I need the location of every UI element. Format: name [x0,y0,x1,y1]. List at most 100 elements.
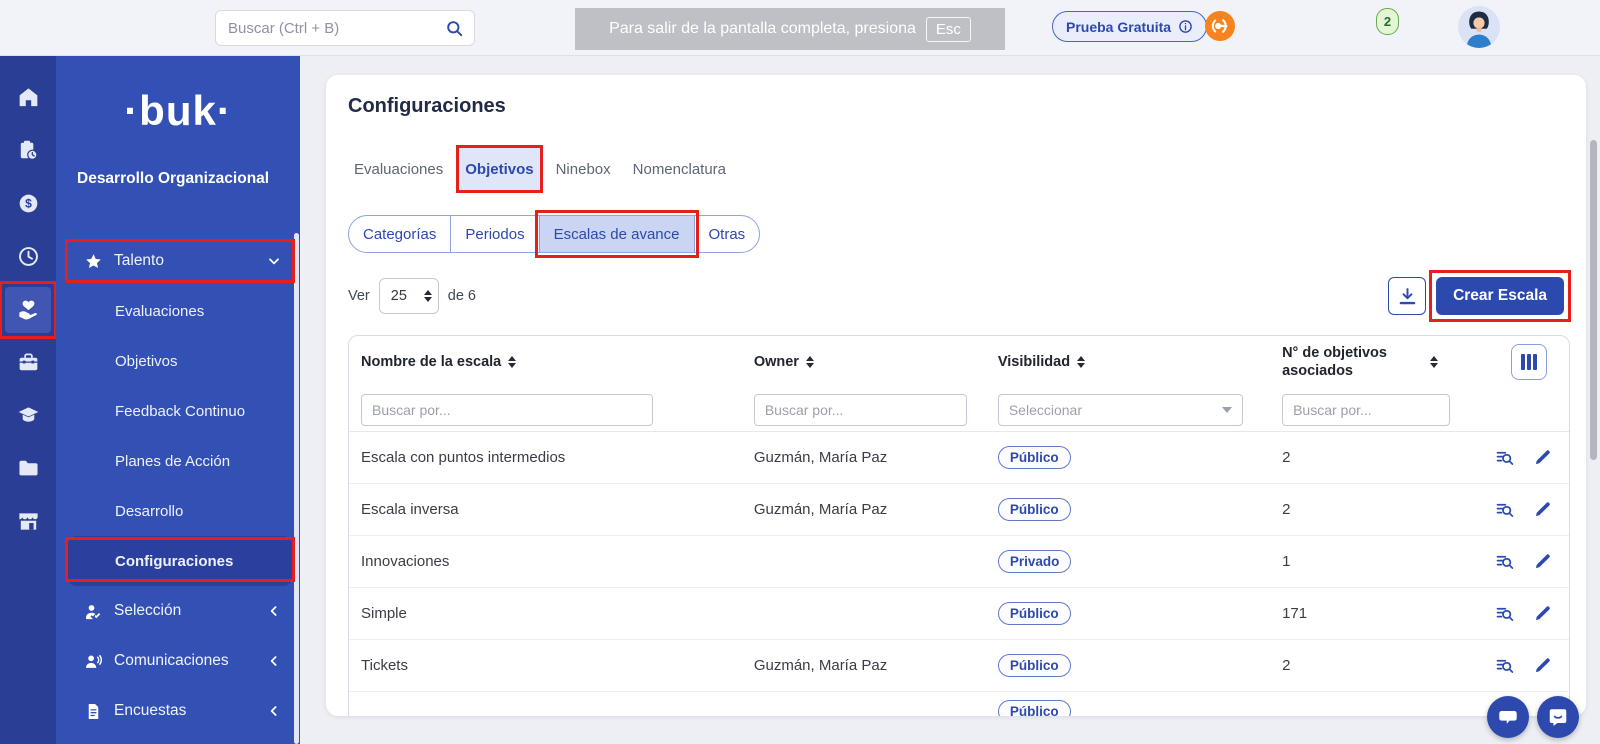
subtab-escalas-de-avance[interactable]: Escalas de avance [540,216,695,252]
toolbar-actions: Crear Escala [1388,277,1564,315]
columns-config-button[interactable] [1511,344,1547,380]
select-placeholder: Seleccionar [1009,402,1082,418]
edit-icon[interactable] [1532,447,1553,468]
sidebar-item-objetivos[interactable]: Objetivos [68,336,292,386]
subtab-label: Periodos [465,226,524,243]
scales-table: Nombre de la escala Owner Visibilidad N°… [348,335,1570,716]
table-row: Escala inversa Guzmán, María Paz Público… [349,484,1569,536]
visibility-badge: Público [998,700,1071,716]
sidebar-item-seleccion[interactable]: Selección [68,586,292,636]
page-scrollbar[interactable] [1590,140,1597,460]
column-header-visibilidad[interactable]: Visibilidad [986,354,1270,370]
edit-icon[interactable] [1532,551,1553,572]
download-icon [1397,286,1418,307]
column-header-actions [1454,344,1569,380]
sort-icon [1077,356,1085,368]
preview-icon[interactable] [1494,551,1515,572]
page-size-value: 25 [391,288,407,304]
edit-icon[interactable] [1532,499,1553,520]
user-avatar[interactable] [1458,6,1500,48]
search-input[interactable] [228,20,445,37]
total-label: de 6 [448,288,476,304]
sidebar-subitem-label: Objetivos [115,353,178,370]
sidebar-subitem-label: Evaluaciones [115,303,204,320]
visibility-badge: Público [998,498,1071,521]
preview-icon[interactable] [1494,447,1515,468]
filter-input-nombre[interactable] [361,394,653,426]
sidebar-scrollbar[interactable] [294,233,299,744]
rail-graduation-cap-icon[interactable] [0,389,56,442]
cell-nombre: Escala inversa [349,501,742,518]
sidebar-subitem-label: Feedback Continuo [115,403,245,420]
sort-icon [508,356,516,368]
column-header-objetivos[interactable]: N° de objetivos asociados [1270,344,1454,380]
sidebar-item-desarrollo[interactable]: Desarrollo [68,486,292,536]
intercom-icon[interactable] [1205,11,1235,41]
tab-evaluaciones[interactable]: Evaluaciones [348,148,449,193]
sidebar-item-encuestas[interactable]: Encuestas [68,686,292,736]
sidebar-item-configuraciones[interactable]: Configuraciones [68,536,292,586]
subtab-periodos[interactable]: Periodos [451,216,539,252]
rail-folder-icon[interactable] [0,442,56,495]
subtab-otras[interactable]: Otras [695,216,760,252]
tab-nomenclatura[interactable]: Nomenclatura [627,148,732,193]
filter-input-objetivos[interactable] [1282,394,1450,426]
notification-count-badge[interactable]: 2 [1376,8,1399,35]
tab-label: Ninebox [556,161,611,178]
sidebar-item-label: Comunicaciones [114,652,266,670]
sidebar-item-feedback-continuo[interactable]: Feedback Continuo [68,386,292,436]
preview-icon[interactable] [1494,603,1515,624]
rail-storefront-icon[interactable] [0,495,56,548]
preview-icon[interactable] [1494,655,1515,676]
sidebar-item-talento[interactable]: Talento [68,236,292,286]
sidebar-item-comunicaciones[interactable]: Comunicaciones [68,636,292,686]
feedback-bubble-button[interactable] [1487,696,1529,738]
main-area: Configuraciones Evaluaciones Objetivos N… [300,56,1600,744]
table-header-row: Nombre de la escala Owner Visibilidad N°… [349,336,1569,388]
visibility-badge: Público [998,446,1071,469]
sidebar-item-label: Encuestas [114,702,266,720]
search-icon[interactable] [445,19,464,38]
sort-icon [806,356,814,368]
rail-talent-icon[interactable] [0,283,56,336]
sidebar-item-planes-de-accion[interactable]: Planes de Acción [68,436,292,486]
tab-label: Objetivos [465,161,533,178]
column-header-owner[interactable]: Owner [742,354,986,370]
cell-nombre: Escala con puntos intermedios [349,449,742,466]
tab-objetivos[interactable]: Objetivos [459,148,539,193]
document-icon [81,702,105,721]
table-row: Simple Público 171 [349,588,1569,640]
page-size-select[interactable]: 25 [379,278,439,314]
table-row: Escala con puntos intermedios Guzmán, Ma… [349,432,1569,484]
chat-widget-button[interactable] [1537,696,1579,738]
rail-payroll-icon[interactable]: $ [0,177,56,230]
rail-clipboard-clock-icon[interactable] [0,124,56,177]
preview-icon[interactable] [1494,499,1515,520]
subtab-categorias[interactable]: Categorías [349,216,451,252]
sidebar-subitem-label: Planes de Acción [115,453,230,470]
rail-briefcase-icon[interactable] [0,336,56,389]
tab-label: Evaluaciones [354,161,443,178]
rail-time-icon[interactable] [0,230,56,283]
topbar: Para salir de la pantalla completa, pres… [0,0,1600,56]
filter-input-owner[interactable] [754,394,967,426]
rail-home-icon[interactable] [0,71,56,124]
column-header-nombre[interactable]: Nombre de la escala [349,354,742,370]
download-button[interactable] [1388,277,1426,315]
filter-select-visibilidad[interactable]: Seleccionar [998,394,1243,426]
icon-rail: $ [0,56,56,744]
table-row: Tickets Guzmán, María Paz Público 2 [349,640,1569,692]
edit-icon[interactable] [1532,603,1553,624]
global-search[interactable] [215,10,475,46]
create-scale-button[interactable]: Crear Escala [1436,277,1564,315]
chat-smile-icon [1547,706,1569,728]
sidebar-item-evaluaciones[interactable]: Evaluaciones [68,286,292,336]
tab-ninebox[interactable]: Ninebox [550,148,617,193]
edit-icon[interactable] [1532,655,1553,676]
free-trial-button[interactable]: Prueba Gratuita [1052,11,1207,42]
person-speaking-icon [81,652,105,671]
cell-nombre: Innovaciones [349,553,742,570]
buk-logo[interactable]: ·buk· [56,90,300,132]
cell-count: 171 [1270,605,1454,622]
speech-bubble-icon [1497,706,1519,728]
